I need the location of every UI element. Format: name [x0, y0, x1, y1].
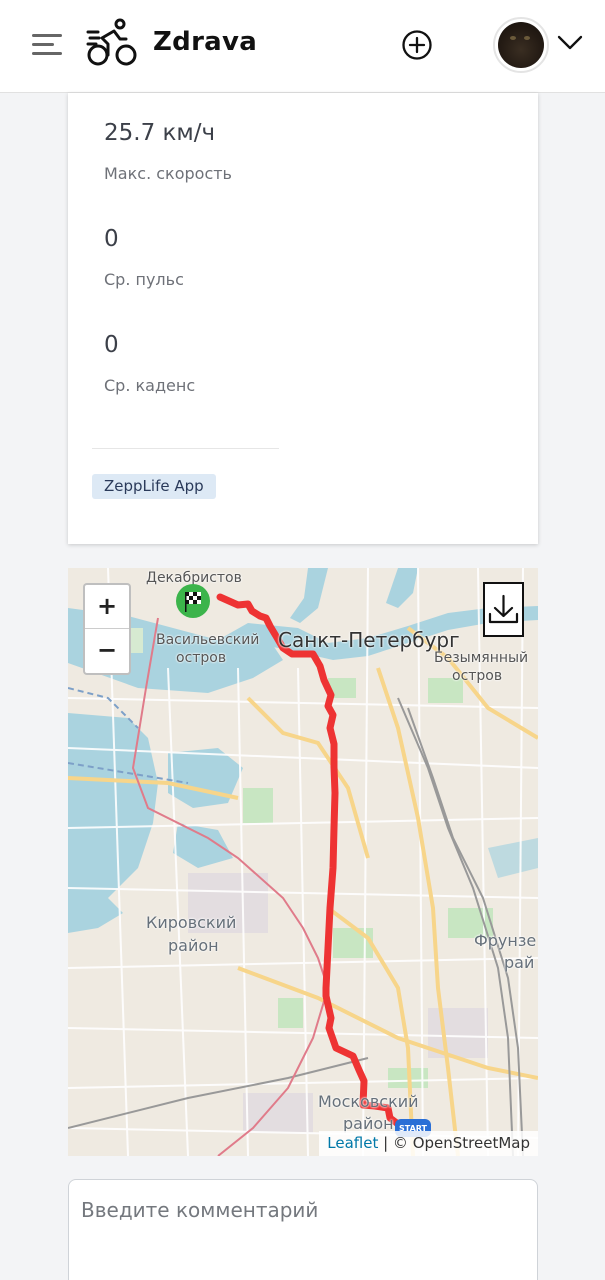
map-label-bezymyanny-2: остров	[452, 668, 503, 684]
plus-circle-icon[interactable]	[401, 29, 433, 61]
avg-cadence-value: 0	[104, 332, 119, 358]
osm-attribution: | © OpenStreetMap	[378, 1134, 530, 1152]
zoom-in-button[interactable]: +	[85, 585, 129, 629]
cyclist-logo-icon[interactable]	[86, 18, 138, 70]
checkered-flag-icon[interactable]	[175, 583, 211, 619]
map-label-frunzensky-2: рай	[504, 953, 535, 972]
app-header: Zdrava	[0, 0, 605, 93]
hamburger-menu-icon[interactable]	[32, 32, 62, 56]
zoom-control: + −	[83, 583, 131, 675]
map-label-vasileostrovsky: Васильевский	[156, 632, 260, 648]
download-icon	[488, 594, 519, 624]
map-label-kirovsky-2: район	[168, 936, 219, 955]
map-label-vasileostrovsky-2: остров	[176, 650, 227, 666]
avatar[interactable]	[493, 17, 549, 73]
avg-cadence-label: Ср. каденс	[104, 376, 196, 395]
avg-heart-rate-label: Ср. пульс	[104, 270, 184, 289]
avg-heart-rate-value: 0	[104, 226, 119, 252]
map-label-city: Санкт-Петербург	[278, 628, 460, 652]
map-attribution: Leaflet | © OpenStreetMap	[319, 1131, 538, 1156]
map-label-moskovsky: Московский	[318, 1092, 419, 1111]
brand-name[interactable]: Zdrava	[153, 27, 257, 57]
leaflet-link[interactable]: Leaflet	[327, 1134, 378, 1152]
source-badge: ZeppLife App	[92, 474, 216, 499]
chevron-down-icon[interactable]	[557, 33, 583, 53]
max-speed-value: 25.7 км/ч	[104, 120, 216, 146]
divider	[92, 448, 279, 449]
map-label-frunzensky: Фрунзе	[474, 931, 537, 950]
max-speed-label: Макс. скорость	[104, 164, 232, 183]
map-label-bezymyanny: Безымянный	[434, 650, 529, 666]
map-label-kirovsky: Кировский	[146, 913, 237, 932]
download-gpx-button[interactable]	[483, 582, 524, 637]
zoom-out-button[interactable]: −	[85, 629, 129, 673]
comment-input[interactable]	[68, 1179, 538, 1280]
activity-stats-card: 25.7 км/ч Макс. скорость 0 Ср. пульс 0 С…	[68, 93, 538, 544]
route-map[interactable]: Декабристов Васильевский остров Санкт-Пе…	[68, 568, 538, 1156]
